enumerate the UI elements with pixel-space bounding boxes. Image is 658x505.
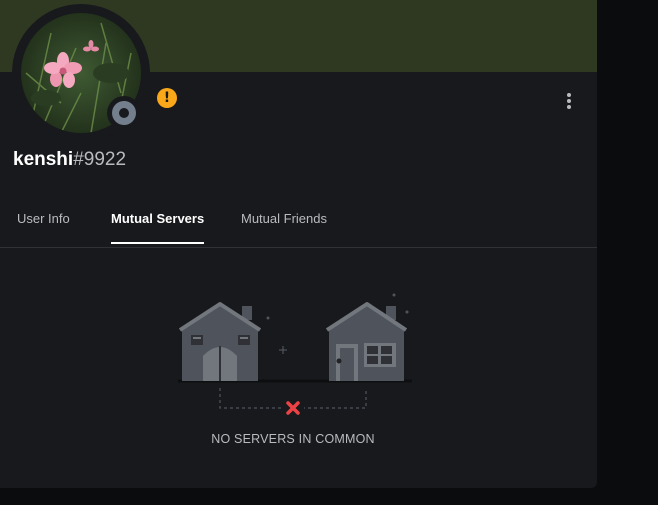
tab-mutual-servers[interactable]: Mutual Servers [111,211,205,244]
empty-state-message: NO SERVERS IN COMMON [211,432,375,446]
username-tag[interactable]: kenshi#9922 [13,149,126,171]
profile-tabs: User Info Mutual Servers Mutual Friends [0,203,597,248]
tab-user-info[interactable]: User Info [17,211,70,242]
offline-status-icon [112,101,136,125]
avatar[interactable] [12,4,150,142]
username: kenshi [13,149,74,170]
no-servers-illustration [176,288,416,418]
tab-mutual-friends[interactable]: Mutual Friends [241,211,327,242]
status-indicator [107,96,141,130]
house-icon [178,302,262,381]
discriminator: #9922 [73,149,127,170]
house-icon [325,302,408,381]
warning-icon[interactable]: ! [157,88,177,108]
user-profile-modal: ! kenshi#9922 User Info Mutual Servers M… [0,0,597,488]
more-options-icon[interactable] [560,88,578,112]
